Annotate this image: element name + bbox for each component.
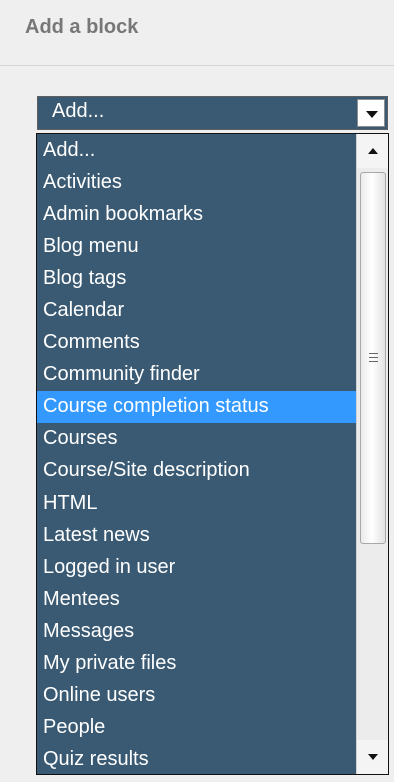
option-messages[interactable]: Messages bbox=[37, 616, 358, 648]
scroll-down-arrow-icon bbox=[368, 754, 378, 760]
option-activities[interactable]: Activities bbox=[37, 167, 358, 199]
scroll-down-button[interactable] bbox=[357, 740, 388, 774]
scroll-up-arrow-icon bbox=[368, 148, 378, 154]
select-current-value: Add... bbox=[52, 100, 105, 122]
option-html[interactable]: HTML bbox=[37, 488, 358, 520]
option-mentees[interactable]: Mentees bbox=[37, 584, 358, 616]
block-title: Add a block bbox=[25, 16, 139, 38]
option-calendar[interactable]: Calendar bbox=[37, 295, 358, 327]
dropdown-scrollbar[interactable] bbox=[356, 134, 388, 774]
scrollbar-thumb[interactable] bbox=[360, 172, 386, 544]
option-blog-menu[interactable]: Blog menu bbox=[37, 231, 358, 263]
option-add[interactable]: Add... bbox=[37, 135, 358, 167]
select-dropdown-button[interactable] bbox=[357, 99, 385, 127]
option-latest-news[interactable]: Latest news bbox=[37, 520, 358, 552]
option-courses[interactable]: Courses bbox=[37, 423, 358, 455]
option-course-completion-status[interactable]: Course completion status bbox=[37, 391, 358, 424]
option-quiz-results[interactable]: Quiz results bbox=[37, 744, 358, 774]
option-admin-bookmarks[interactable]: Admin bookmarks bbox=[37, 199, 358, 231]
option-blog-tags[interactable]: Blog tags bbox=[37, 263, 358, 295]
chevron-down-icon bbox=[366, 111, 378, 118]
add-block-panel: Add a block Add... Add... Activities Adm… bbox=[0, 0, 394, 782]
option-people[interactable]: People bbox=[37, 712, 358, 744]
scroll-grip-icon bbox=[369, 353, 378, 362]
option-comments[interactable]: Comments bbox=[37, 327, 358, 359]
block-header: Add a block bbox=[0, 0, 394, 66]
options-list: Add... Activities Admin bookmarks Blog m… bbox=[37, 135, 358, 774]
option-course-site-description[interactable]: Course/Site description bbox=[37, 455, 358, 487]
option-my-private-files[interactable]: My private files bbox=[37, 648, 358, 680]
add-block-select[interactable]: Add... bbox=[37, 96, 388, 130]
scroll-up-button[interactable] bbox=[357, 134, 388, 168]
option-online-users[interactable]: Online users bbox=[37, 680, 358, 712]
option-logged-in-user[interactable]: Logged in user bbox=[37, 552, 358, 584]
dropdown-list[interactable]: Add... Activities Admin bookmarks Blog m… bbox=[36, 133, 389, 775]
option-community-finder[interactable]: Community finder bbox=[37, 359, 358, 391]
